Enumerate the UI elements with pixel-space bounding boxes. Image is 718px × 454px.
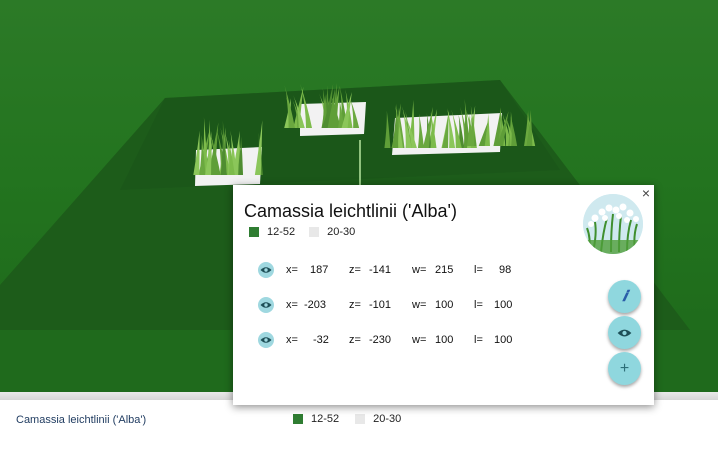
toggle-visibility-button[interactable] [258, 297, 274, 313]
l-label: l= [474, 264, 483, 276]
l-value: 100 [494, 334, 513, 346]
legend-swatch-green [293, 414, 303, 424]
info-icon: 𝒊 [622, 288, 627, 305]
z-value: -101 [369, 299, 392, 311]
x-value: 187 [310, 264, 329, 276]
instance-row: x= -203 z= -101 w= 100 l= 100 [258, 297, 512, 313]
l-label: l= [474, 334, 483, 346]
l-value: 98 [499, 264, 512, 276]
eye-icon [260, 302, 272, 308]
l-label: l= [474, 299, 483, 311]
add-button[interactable]: + [608, 352, 641, 385]
z-label: z= [349, 299, 361, 311]
x-label: x= [286, 299, 298, 311]
plant-photo-icon [583, 194, 643, 254]
visibility-button[interactable] [608, 316, 641, 349]
legend-label-spread: 20-30 [373, 413, 402, 425]
toggle-visibility-button[interactable] [258, 332, 274, 348]
popup-title: Camassia leichtlinii ('Alba') [244, 201, 457, 221]
z-value: -141 [369, 264, 392, 276]
w-value: 100 [435, 299, 454, 311]
x-value: -32 [313, 334, 329, 346]
z-label: z= [349, 264, 361, 276]
z-value: -230 [369, 334, 392, 346]
w-label: w= [412, 299, 427, 311]
l-value: 100 [494, 299, 513, 311]
instance-row: x= -32 z= -230 w= 100 l= 100 [258, 332, 512, 348]
legend-label-spread: 20-30 [327, 226, 356, 238]
bottom-info-bar: Camassia leichtlinii ('Alba') 12-52 20-3… [0, 400, 718, 454]
w-value: 100 [435, 334, 454, 346]
eye-icon [260, 267, 272, 273]
close-button[interactable]: × [642, 186, 650, 200]
eye-icon [617, 329, 632, 336]
popup-legend: 12-52 20-30 [249, 226, 355, 238]
legend-label-height: 12-52 [267, 226, 296, 238]
x-value: -203 [304, 299, 327, 311]
x-label: x= [286, 334, 298, 346]
info-button[interactable]: 𝒊 [608, 280, 641, 313]
z-label: z= [349, 334, 361, 346]
legend-swatch-grey [309, 227, 320, 237]
x-label: x= [286, 264, 298, 276]
bottom-legend: 12-52 20-30 [293, 413, 401, 425]
w-value: 215 [435, 264, 454, 276]
plant-info-popup: × Camassia leichtlinii ('Alba') 12-52 20… [233, 185, 654, 405]
instance-row: x= 187 z= -141 w= 215 l= 98 [258, 262, 511, 278]
plant-thumbnail [583, 194, 643, 254]
legend-label-height: 12-52 [311, 413, 340, 425]
w-label: w= [412, 264, 427, 276]
plant-name-label[interactable]: Camassia leichtlinii ('Alba') [16, 414, 146, 426]
w-label: w= [412, 334, 427, 346]
legend-swatch-green [249, 227, 259, 237]
eye-icon [260, 337, 272, 343]
toggle-visibility-button[interactable] [258, 262, 274, 278]
plus-icon: + [619, 359, 630, 377]
legend-swatch-grey [355, 414, 366, 424]
